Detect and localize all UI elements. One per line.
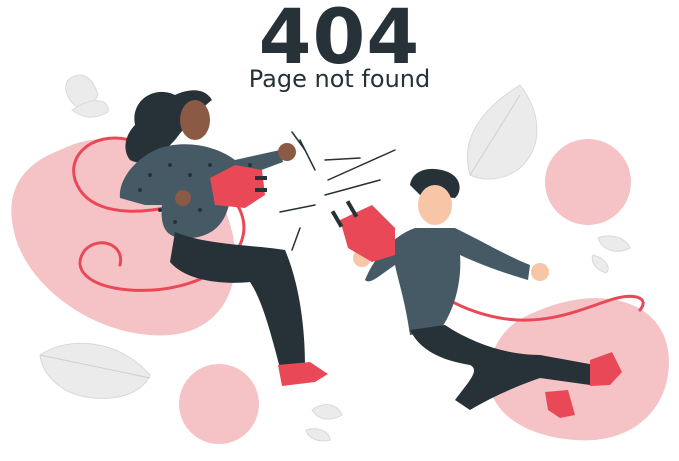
error-message: Page not found	[248, 65, 431, 93]
not-found-page: 404 Page not found	[0, 0, 679, 461]
error-code: 404	[258, 0, 421, 81]
